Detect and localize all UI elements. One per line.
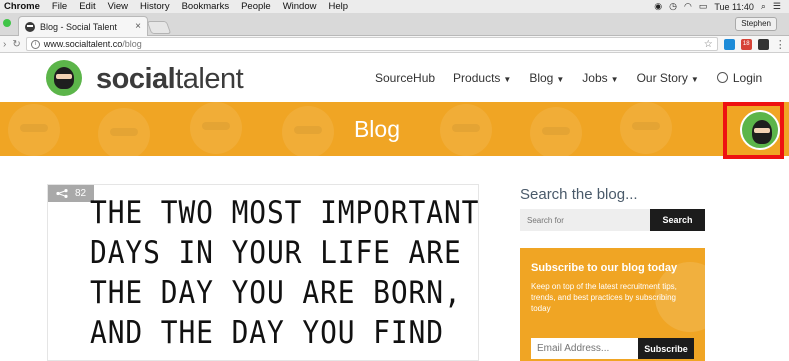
creative-cloud-icon[interactable]: ◉ [654, 1, 662, 12]
search-button[interactable]: Search [650, 209, 705, 231]
share-icon [56, 189, 68, 198]
subscribe-panel: Subscribe to our blog today Keep on top … [520, 248, 705, 361]
chevron-down-icon: ▼ [610, 75, 619, 84]
new-tab-button[interactable] [146, 21, 172, 34]
nav-sourcehub[interactable]: SourceHub [375, 71, 435, 85]
chevron-down-icon: ▼ [503, 75, 512, 84]
blog-banner: Blog [0, 102, 789, 156]
calendar-extension-icon[interactable]: 18 [740, 38, 752, 50]
window-zoom-button[interactable] [3, 19, 11, 27]
nav-jobs[interactable]: Jobs ▼ [582, 71, 618, 85]
menu-app-chrome[interactable]: Chrome [0, 0, 46, 13]
menu-help[interactable]: Help [322, 0, 354, 13]
quote-line: THE DAY YOU ARE BORN, [90, 275, 462, 311]
menu-people[interactable]: People [235, 0, 277, 13]
site-logo-text[interactable]: socialtalent [96, 63, 244, 96]
email-field[interactable] [531, 338, 638, 359]
chevron-down-icon: ▼ [556, 75, 565, 84]
subscribe-button[interactable]: Subscribe [638, 338, 694, 359]
menu-file[interactable]: File [46, 0, 73, 13]
nav-blog-label: Blog [529, 71, 554, 85]
menu-window[interactable]: Window [277, 0, 323, 13]
menu-view[interactable]: View [102, 0, 134, 13]
nav-blog[interactable]: Blog ▼ [529, 71, 564, 85]
clock-text[interactable]: Tue 11:40 [714, 2, 754, 12]
timemachine-icon[interactable]: ◷ [669, 1, 677, 12]
search-blog-heading: Search the blog... [520, 186, 638, 203]
login-icon [716, 72, 728, 83]
subscribe-description: Keep on top of the latest recruitment ti… [531, 282, 677, 313]
logo-text-bold: social [96, 63, 176, 95]
buffer-extension-icon[interactable] [723, 38, 735, 50]
reload-icon[interactable]: ↻ [9, 39, 23, 50]
battery-icon[interactable]: ▭ [699, 1, 708, 12]
page-title: Blog [353, 116, 401, 142]
post-image-quote: THE TWO MOST IMPORTANT DAYS IN YOUR LIFE… [90, 193, 479, 353]
search-input[interactable] [520, 209, 650, 231]
subscribe-heading: Subscribe to our blog today [531, 262, 678, 274]
pocket-extension-icon[interactable] [757, 38, 769, 50]
browser-tab-blog[interactable]: Blog - Social Talent × [18, 16, 148, 36]
ninja-eyes [56, 74, 72, 79]
tab-title: Blog - Social Talent [40, 21, 117, 32]
quote-line: DAYS IN YOUR LIFE ARE [90, 235, 462, 271]
tab-close-icon[interactable]: × [135, 21, 141, 32]
quote-line: AND THE DAY YOU FIND [90, 315, 444, 351]
chevron-down-icon: ▼ [690, 75, 699, 84]
menubar-status-area: ◉ ◷ ◠ ▭ Tue 11:40 ⌕ ☰ [654, 1, 789, 12]
menu-bookmarks[interactable]: Bookmarks [176, 0, 236, 13]
site-info-icon[interactable]: i [30, 39, 40, 49]
socialtalent-favicon-icon [25, 21, 35, 32]
nav-login-label: Login [732, 71, 763, 85]
nav-products[interactable]: Products ▼ [453, 71, 511, 85]
nav-login[interactable]: Login [716, 71, 763, 85]
notification-center-icon[interactable]: ☰ [773, 1, 781, 12]
browser-toolbar: › ↻ i www.socialtalent.co /blog ☆ 18 ⋮ [0, 36, 789, 53]
browser-tab-strip: Blog - Social Talent × Stephen [0, 13, 789, 36]
main-navigation: SourceHub Products ▼ Blog ▼ Jobs ▼ Our Stor… [375, 71, 762, 85]
menu-history[interactable]: History [134, 0, 176, 13]
nav-our-story-label: Our Story [636, 71, 688, 85]
bookmark-star-icon[interactable]: ☆ [704, 39, 713, 50]
url-host: www.socialtalent.co [43, 39, 123, 49]
quote-line: THE TWO MOST IMPORTANT [90, 195, 479, 231]
address-bar[interactable]: i www.socialtalent.co /blog ☆ [25, 37, 718, 51]
forward-arrow-icon[interactable]: › [0, 39, 9, 50]
profile-button[interactable]: Stephen [735, 17, 777, 31]
nav-jobs-label: Jobs [582, 71, 608, 85]
logo-text-regular: talent [175, 63, 244, 95]
macos-menubar: Chrome File Edit View History Bookmarks … [0, 0, 789, 13]
menu-edit[interactable]: Edit [73, 0, 101, 13]
wifi-icon[interactable]: ◠ [684, 1, 692, 12]
spotlight-search-icon[interactable]: ⌕ [761, 1, 766, 12]
blog-post-card[interactable]: 82 THE TWO MOST IMPORTANT DAYS IN YOUR L… [47, 184, 479, 361]
chrome-menu-icon[interactable]: ⋮ [775, 38, 786, 51]
share-count: 82 [75, 188, 87, 199]
url-path: /blog [122, 39, 142, 49]
ninja-logo-icon[interactable] [46, 60, 82, 96]
site-header: socialtalent SourceHub Products ▼ Blog ▼ J… [0, 54, 789, 102]
highlight-box [723, 102, 784, 159]
nav-our-story[interactable]: Our Story ▼ [637, 71, 699, 85]
nav-products-label: Products [453, 71, 501, 85]
share-count-badge[interactable]: 82 [48, 185, 95, 202]
